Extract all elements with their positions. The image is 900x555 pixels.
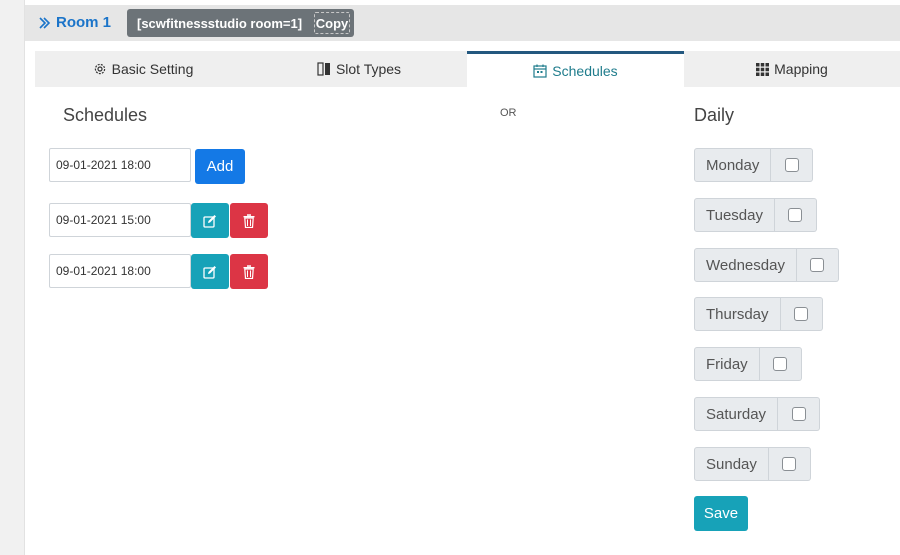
day-checkbox-wrap bbox=[796, 248, 839, 282]
schedules-heading: Schedules bbox=[63, 105, 148, 125]
gear-icon bbox=[94, 63, 105, 75]
schedule-item-input[interactable] bbox=[49, 254, 191, 288]
shortcode-text: [scwfitnessstudio room=1] bbox=[137, 15, 303, 31]
day-label: Tuesday bbox=[694, 198, 775, 232]
daily-heading: Daily bbox=[694, 105, 735, 125]
edit-icon bbox=[203, 265, 216, 279]
copy-button[interactable]: Copy bbox=[314, 12, 350, 34]
day-checkbox-wrap bbox=[759, 347, 802, 381]
day-checkbox[interactable] bbox=[788, 208, 803, 222]
day-checkbox-wrap bbox=[768, 447, 811, 481]
day-label: Friday bbox=[694, 347, 760, 381]
tab-label: Slot Types bbox=[335, 61, 402, 77]
delete-schedule-button[interactable] bbox=[230, 254, 268, 289]
room-panel: Room 1 [scwfitnessstudio room=1] Copy Ba… bbox=[25, 0, 900, 555]
day-label: Saturday bbox=[694, 397, 779, 431]
tab-mapping[interactable]: Mapping bbox=[684, 51, 900, 87]
day-label: Wednesday bbox=[694, 248, 797, 282]
trash-icon bbox=[243, 213, 255, 228]
tab-bar: Basic Setting Slot Types Schedules Mappi… bbox=[35, 51, 900, 87]
day-checkbox[interactable] bbox=[791, 407, 806, 421]
day-label: Sunday bbox=[694, 447, 769, 481]
day-wednesday: Wednesday bbox=[694, 248, 839, 282]
room-title[interactable]: Room 1 bbox=[38, 14, 111, 31]
edit-icon bbox=[203, 214, 216, 228]
calendar-icon bbox=[533, 64, 547, 78]
tab-label: Mapping bbox=[774, 61, 828, 77]
day-checkbox[interactable] bbox=[810, 258, 825, 272]
tab-label: Basic Setting bbox=[111, 61, 194, 77]
new-schedule-input[interactable] bbox=[49, 148, 191, 182]
day-sunday: Sunday bbox=[694, 447, 811, 481]
day-checkbox[interactable] bbox=[784, 158, 799, 172]
room-header: Room 1 [scwfitnessstudio room=1] Copy bbox=[25, 5, 900, 41]
trash-icon bbox=[243, 264, 255, 279]
edit-schedule-button[interactable] bbox=[191, 203, 229, 238]
day-checkbox[interactable] bbox=[782, 457, 797, 471]
tab-label: Schedules bbox=[552, 62, 618, 79]
grid-icon bbox=[756, 62, 770, 76]
day-label: Thursday bbox=[694, 297, 781, 331]
or-separator: OR bbox=[500, 107, 517, 119]
day-checkbox-wrap bbox=[774, 198, 817, 232]
day-checkbox-wrap bbox=[778, 397, 821, 431]
left-rail bbox=[0, 0, 25, 555]
double-chevron-right-icon bbox=[39, 16, 51, 29]
day-checkbox-wrap bbox=[780, 297, 823, 331]
day-checkbox[interactable] bbox=[773, 357, 788, 371]
tab-schedules[interactable]: Schedules bbox=[467, 51, 684, 87]
tab-basic-setting[interactable]: Basic Setting bbox=[35, 51, 251, 87]
room-title-label: Room 1 bbox=[56, 14, 112, 31]
add-schedule-button[interactable]: Add bbox=[195, 149, 245, 184]
day-monday: Monday bbox=[694, 148, 814, 182]
day-checkbox-wrap bbox=[771, 148, 814, 182]
edit-schedule-button[interactable] bbox=[191, 254, 229, 289]
shortcode-badge: [scwfitnessstudio room=1] Copy bbox=[127, 9, 354, 37]
day-tuesday: Tuesday bbox=[694, 198, 817, 232]
day-friday: Friday bbox=[694, 347, 802, 381]
save-button[interactable]: Save bbox=[694, 496, 748, 531]
day-checkbox[interactable] bbox=[794, 307, 809, 321]
day-thursday: Thursday bbox=[694, 297, 823, 331]
tab-slot-types[interactable]: Slot Types bbox=[251, 51, 467, 87]
columns-icon bbox=[317, 62, 330, 76]
delete-schedule-button[interactable] bbox=[230, 203, 268, 238]
schedule-item-input[interactable] bbox=[49, 203, 191, 237]
day-saturday: Saturday bbox=[694, 397, 821, 431]
day-label: Monday bbox=[694, 148, 772, 182]
